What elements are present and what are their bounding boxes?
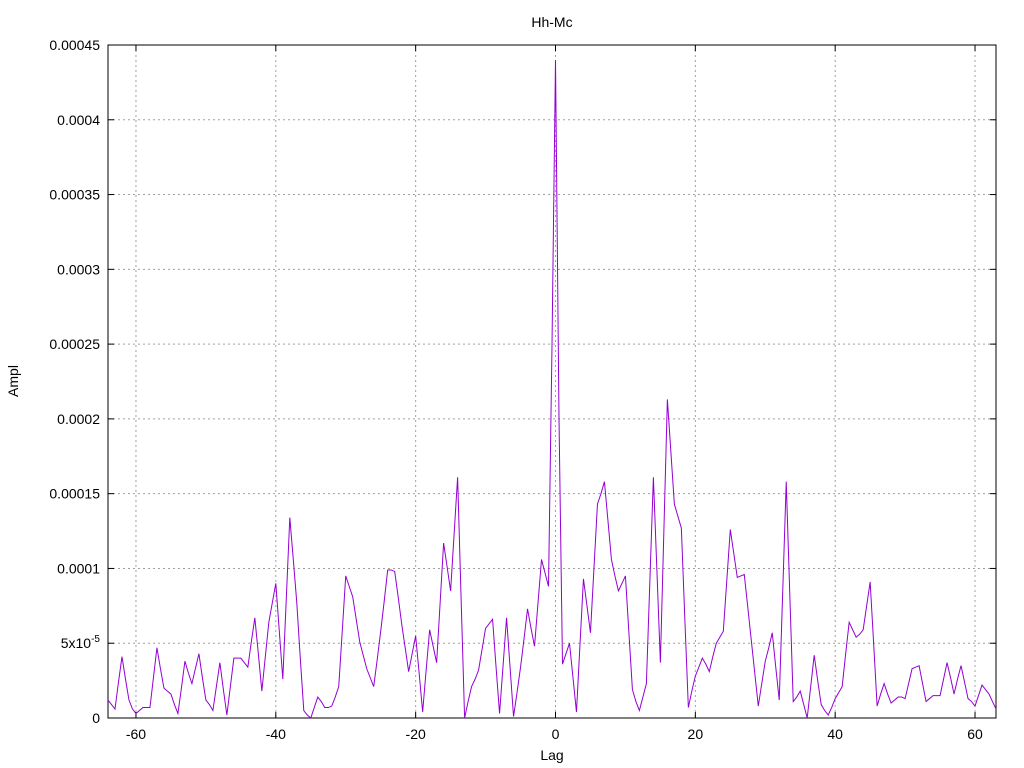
series-line xyxy=(107,59,997,719)
x-axis-label: Lag xyxy=(540,747,563,763)
y-tick-label: 0.00015 xyxy=(49,486,100,502)
x-tick-label: 60 xyxy=(967,726,983,742)
chart-title: Hh-Mc xyxy=(531,14,572,30)
y-tick-label: 0.0004 xyxy=(57,112,100,128)
y-tick-labels: 0 5x10-5 0.0001 0.00015 0.0002 0.00025 0.0003 0… xyxy=(49,37,100,726)
y-tick-label: 0.00035 xyxy=(49,187,100,203)
series-layer xyxy=(107,59,997,719)
x-tick-label: 40 xyxy=(827,726,843,742)
y-tick-label: 0.0001 xyxy=(57,560,100,576)
x-tick-label: 20 xyxy=(688,726,704,742)
y-tick-label: 0.0002 xyxy=(57,411,100,427)
y-tick-label: 0.00025 xyxy=(49,336,100,352)
x-tick-label: -20 xyxy=(406,726,426,742)
y-tick-label: 0 xyxy=(92,710,100,726)
chart-figure: -60 -40 -20 0 20 40 60 0 5x10-5 0.0001 0.00015 0.0… xyxy=(5,14,997,763)
x-tick-labels: -60 -40 -20 0 20 40 60 xyxy=(126,726,983,742)
x-tick-label: 0 xyxy=(552,726,560,742)
x-tick-label: -40 xyxy=(266,726,286,742)
x-tick-label: -60 xyxy=(126,726,146,742)
axis-ticks xyxy=(108,44,996,719)
y-axis-label: Ampl xyxy=(5,365,21,397)
y-tick-exponent: -5 xyxy=(91,634,100,645)
grid-lines xyxy=(108,45,996,718)
y-tick-label: 0.00045 xyxy=(49,37,100,53)
y-tick-label: 0.0003 xyxy=(57,261,100,277)
y-tick-label: 5x10-5 xyxy=(61,634,101,651)
plot-frame xyxy=(107,44,997,719)
